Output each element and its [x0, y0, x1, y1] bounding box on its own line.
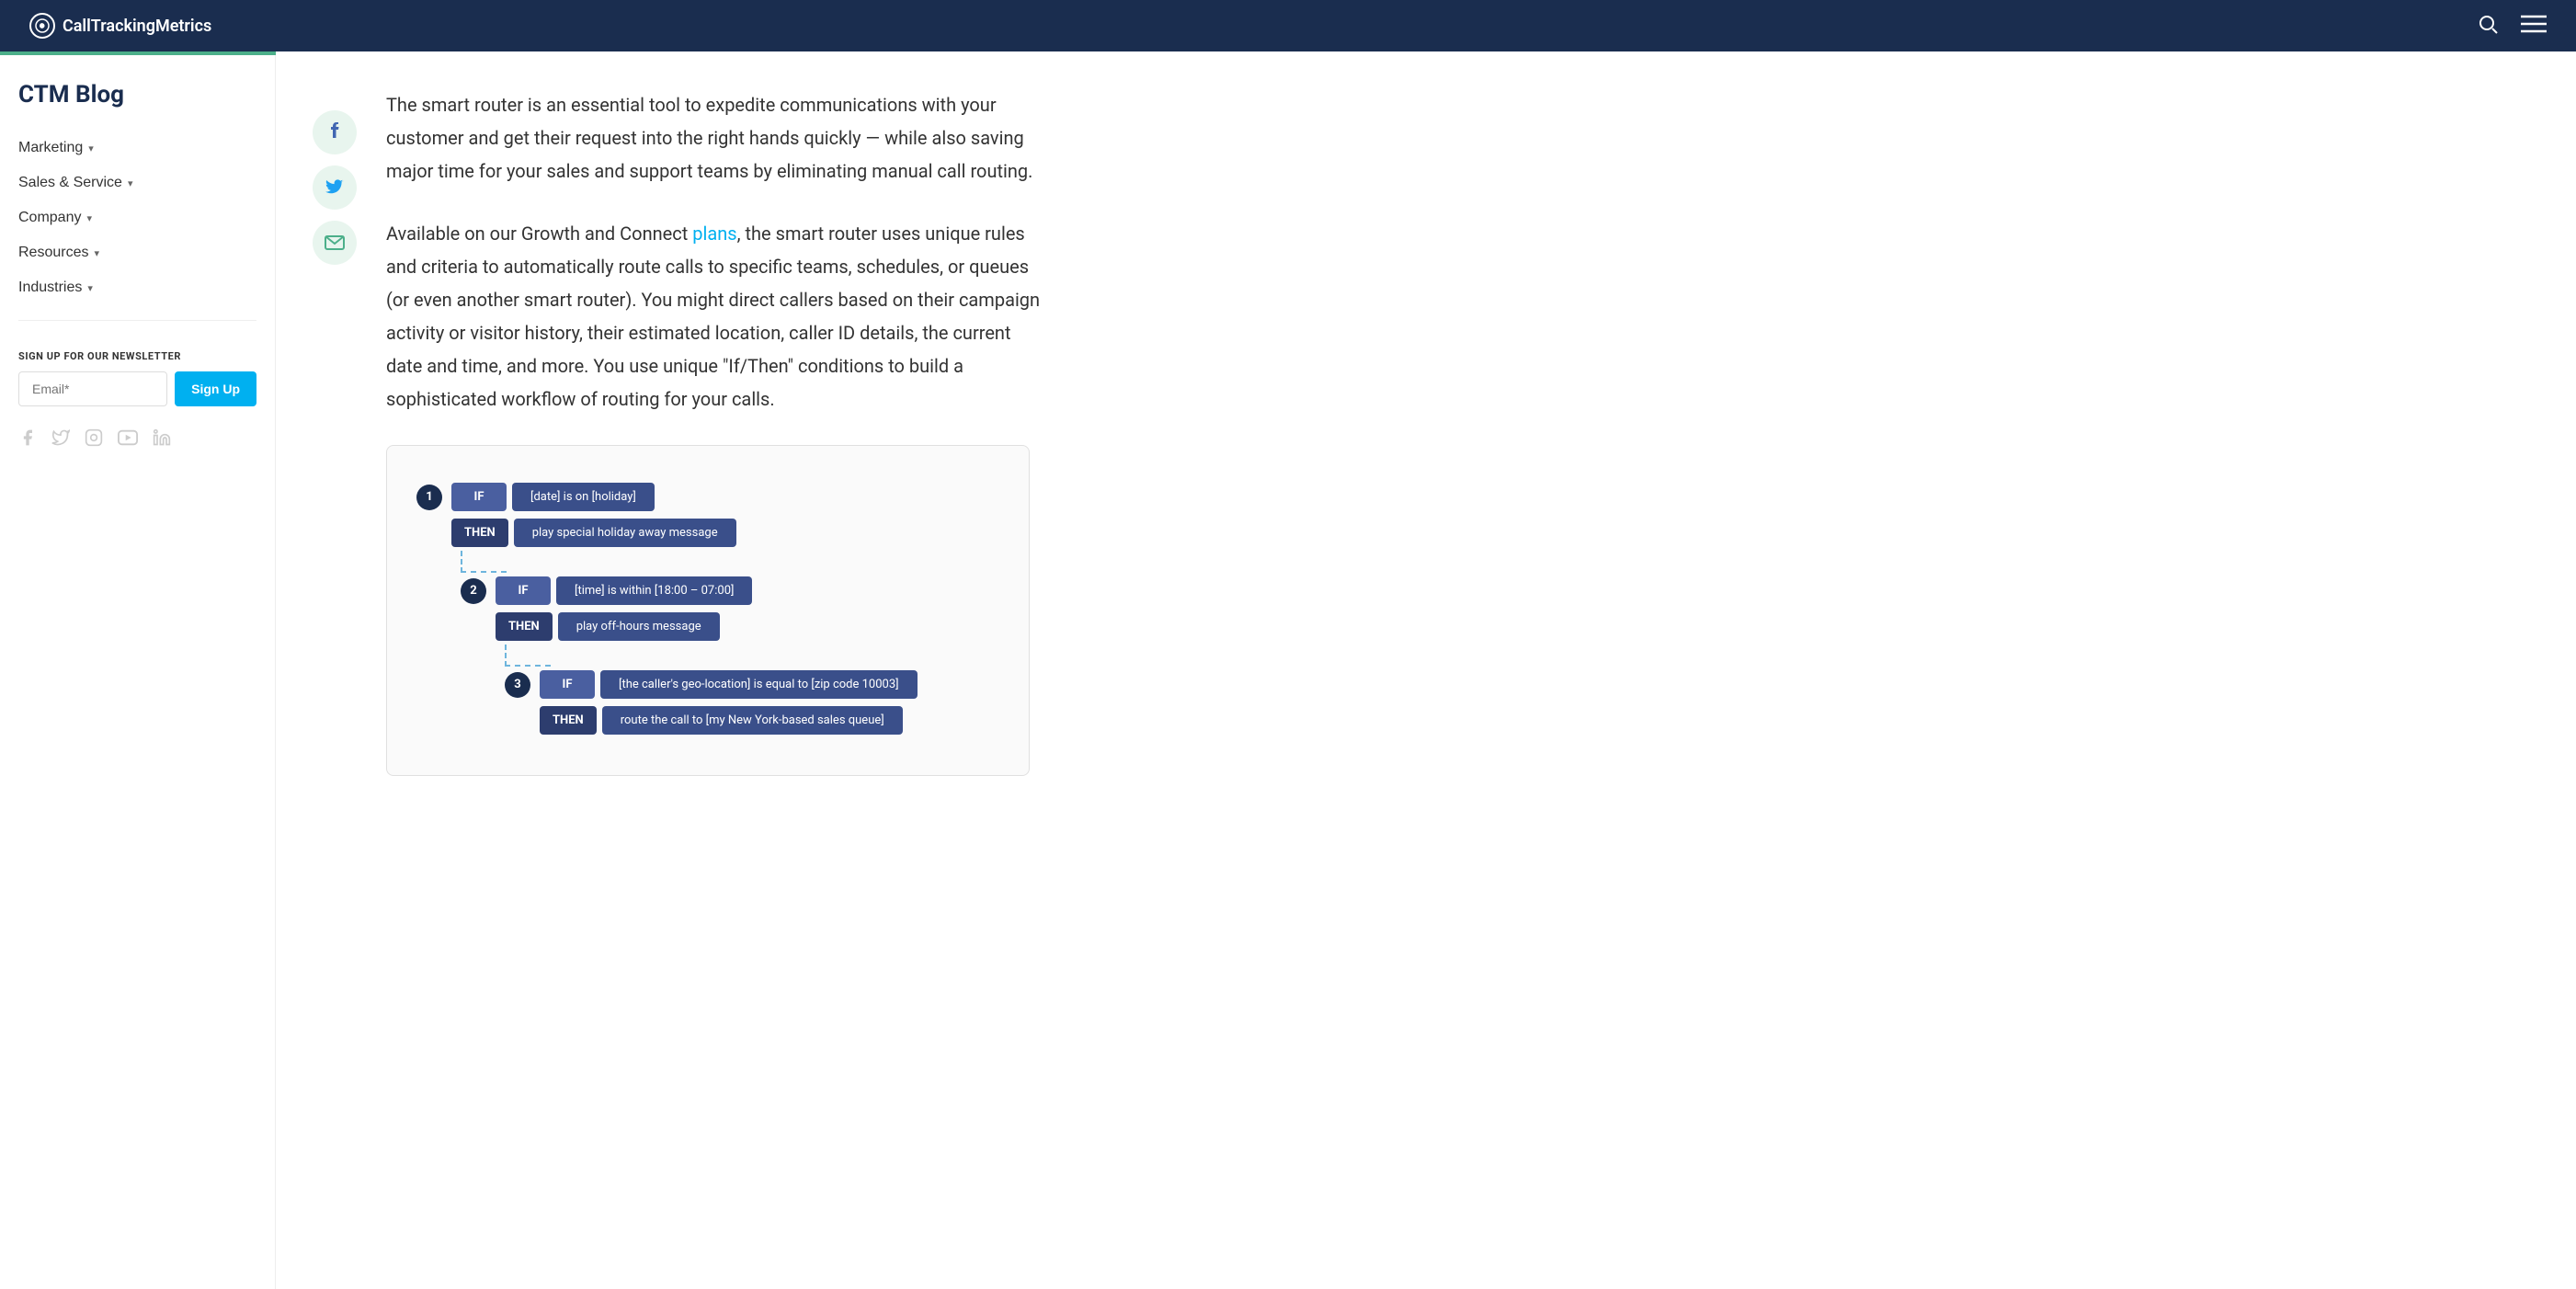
email-field[interactable]	[18, 371, 167, 406]
sidebar-item-industries[interactable]: Industries ▾	[18, 270, 256, 305]
rule-block: THEN play special holiday away message	[451, 519, 736, 547]
chevron-down-icon: ▾	[128, 177, 133, 189]
chevron-down-icon: ▾	[94, 247, 99, 259]
sidebar-item-company[interactable]: Company ▾	[18, 200, 256, 235]
rule-block: IF [date] is on [holiday]	[451, 483, 655, 511]
diagram-row-if-2: 2 IF [time] is within [18:00 – 07:00]	[461, 576, 999, 605]
sidebar-divider	[18, 320, 256, 321]
rule-content: [the caller's geo-location] is equal to …	[600, 670, 918, 699]
step-number-2: 2	[461, 578, 486, 604]
if-label: IF	[496, 576, 551, 605]
facebook-follow-icon[interactable]	[18, 428, 37, 451]
rule-block: IF [the caller's geo-location] is equal …	[540, 670, 918, 699]
diagram-row-then-2: THEN play off-hours message	[496, 612, 999, 641]
rule-content: play special holiday away message	[514, 519, 736, 547]
main-content: The smart router is an essential tool to…	[276, 51, 1103, 1289]
article-paragraph-2: Available on our Growth and Connect plan…	[386, 217, 1048, 416]
youtube-follow-icon[interactable]	[118, 429, 138, 451]
social-follow-section	[18, 428, 256, 451]
chevron-down-icon: ▾	[88, 143, 94, 154]
sign-up-button[interactable]: Sign Up	[175, 371, 256, 406]
step-number-3: 3	[505, 672, 530, 698]
diagram-step-3: 3 IF [the caller's geo-location] is equa…	[505, 670, 999, 735]
blog-title: CTM Blog	[18, 81, 256, 108]
nav-right-controls	[2477, 13, 2547, 40]
diagram-step-1: 1 IF [date] is on [holiday] THEN play sp…	[416, 483, 999, 547]
rule-content: [date] is on [holiday]	[512, 483, 655, 511]
smart-router-diagram: 1 IF [date] is on [holiday] THEN play sp…	[386, 445, 1030, 776]
rule-block: IF [time] is within [18:00 – 07:00]	[496, 576, 752, 605]
then-label: THEN	[496, 612, 553, 641]
diagram-row-then-1: THEN play special holiday away message	[451, 519, 999, 547]
if-label: IF	[451, 483, 507, 511]
plans-link[interactable]: plans	[692, 222, 736, 245]
rule-block: THEN route the call to [my New York-base…	[540, 706, 903, 735]
if-label: IF	[540, 670, 595, 699]
twitter-share-button[interactable]	[313, 165, 357, 210]
site-logo[interactable]: CallTrackingMetrics	[29, 13, 211, 39]
sidebar-item-label: Industries	[18, 279, 82, 296]
reading-progress-bar	[0, 51, 276, 55]
newsletter-form: Sign Up	[18, 371, 256, 406]
diagram-row-if-3: 3 IF [the caller's geo-location] is equa…	[505, 670, 999, 699]
sidebar-item-label: Marketing	[18, 140, 83, 156]
then-label: THEN	[451, 519, 508, 547]
hamburger-menu-icon[interactable]	[2521, 13, 2547, 40]
search-icon[interactable]	[2477, 13, 2499, 40]
diagram-step-2: 2 IF [time] is within [18:00 – 07:00] TH…	[461, 576, 999, 641]
social-share-section	[313, 110, 357, 265]
twitter-follow-icon[interactable]	[51, 428, 70, 451]
rule-content: route the call to [my New York-based sal…	[602, 706, 903, 735]
sidebar-item-label: Company	[18, 210, 81, 226]
rule-content: [time] is within [18:00 – 07:00]	[556, 576, 752, 605]
then-label: THEN	[540, 706, 597, 735]
sidebar-item-sales-service[interactable]: Sales & Service ▾	[18, 165, 256, 200]
facebook-share-button[interactable]	[313, 110, 357, 154]
sidebar: CTM Blog Marketing ▾ Sales & Service ▾ C…	[0, 51, 276, 1289]
instagram-follow-icon[interactable]	[85, 428, 103, 451]
chevron-down-icon: ▾	[87, 282, 93, 294]
rule-content: play off-hours message	[558, 612, 720, 641]
sidebar-item-label: Sales & Service	[18, 175, 122, 191]
email-share-button[interactable]	[313, 221, 357, 265]
logo-text: CallTrackingMetrics	[63, 17, 211, 36]
rule-block: THEN play off-hours message	[496, 612, 720, 641]
sidebar-item-label: Resources	[18, 245, 88, 261]
newsletter-section: SIGN UP FOR OUR NEWSLETTER Sign Up	[18, 350, 256, 406]
top-navigation: CallTrackingMetrics	[0, 0, 2576, 51]
sidebar-item-marketing[interactable]: Marketing ▾	[18, 131, 256, 165]
diagram-row-if-1: 1 IF [date] is on [holiday]	[416, 483, 999, 511]
sidebar-navigation: Marketing ▾ Sales & Service ▾ Company ▾ …	[18, 131, 256, 305]
chevron-down-icon: ▾	[86, 212, 92, 224]
newsletter-label: SIGN UP FOR OUR NEWSLETTER	[18, 350, 256, 362]
article-paragraph-1: The smart router is an essential tool to…	[386, 88, 1048, 188]
step-number-1: 1	[416, 485, 442, 510]
linkedin-follow-icon[interactable]	[153, 428, 171, 451]
diagram-row-then-3: THEN route the call to [my New York-base…	[540, 706, 999, 735]
logo-icon	[29, 13, 55, 39]
sidebar-item-resources[interactable]: Resources ▾	[18, 235, 256, 270]
